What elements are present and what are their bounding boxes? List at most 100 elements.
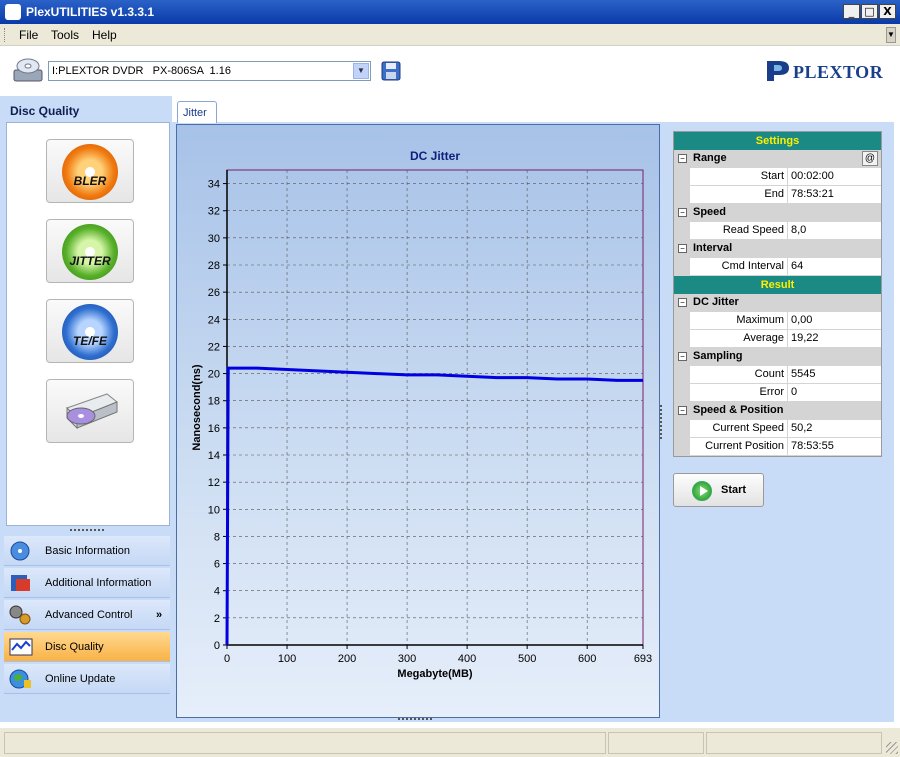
nav-disc-quality[interactable]: Disc Quality — [4, 632, 170, 662]
sampling-group[interactable]: − Sampling — [674, 348, 881, 366]
read-speed-value[interactable]: 8,0 — [788, 222, 881, 240]
info-disc-icon — [10, 541, 30, 561]
bottom-splitter[interactable] — [398, 718, 432, 721]
series-line — [225, 366, 643, 646]
gears-icon — [9, 605, 31, 625]
plextor-logo: PLEXTOR — [765, 57, 883, 85]
y-tick-label: 18 — [208, 396, 220, 408]
maximum-label: Maximum — [690, 312, 788, 330]
start-row: Start 00:02:00 — [674, 168, 881, 186]
tefe-button[interactable]: TE/FE — [46, 299, 134, 363]
y-tick-label: 6 — [214, 559, 220, 571]
disc-quality-icon — [9, 638, 33, 656]
eject-drive-button[interactable] — [46, 379, 134, 443]
x-tick-label: 600 — [578, 653, 596, 665]
sampling-label: Sampling — [693, 350, 743, 362]
dc-jitter-group[interactable]: − DC Jitter — [674, 294, 881, 312]
plot-area — [226, 169, 644, 646]
interval-group[interactable]: − Interval — [674, 240, 881, 258]
x-tick-label: 400 — [458, 653, 476, 665]
start-button[interactable]: Start — [673, 473, 764, 507]
app-icon — [5, 4, 21, 20]
speed-group[interactable]: − Speed — [674, 204, 881, 222]
count-label: Count — [690, 366, 788, 384]
collapse-icon[interactable]: − — [678, 298, 687, 307]
cmd-interval-value[interactable]: 64 — [788, 258, 881, 276]
jitter-button[interactable]: JITTER — [46, 219, 134, 283]
average-label: Average — [690, 330, 788, 348]
nav-label: Online Update — [45, 673, 116, 685]
maximum-row: Maximum 0,00 — [674, 312, 881, 330]
interval-label: Interval — [693, 242, 733, 254]
nav-more-icon[interactable]: » — [156, 609, 162, 621]
settings-header: Settings — [674, 132, 881, 150]
y-tick-label: 12 — [208, 477, 220, 489]
y-tick-label: 24 — [208, 314, 220, 326]
chevron-down-icon[interactable]: ▼ — [353, 63, 369, 79]
speed-position-group[interactable]: − Speed & Position — [674, 402, 881, 420]
range-label: Range — [693, 152, 727, 164]
menu-tools[interactable]: Tools — [51, 28, 79, 42]
vertical-splitter[interactable] — [660, 405, 663, 439]
status-panel-2 — [608, 732, 704, 754]
status-panel-main — [4, 732, 606, 754]
collapse-icon[interactable]: − — [678, 154, 687, 163]
maximize-button[interactable]: □ — [861, 4, 878, 19]
nav-advanced-control[interactable]: Advanced Control — [4, 600, 170, 630]
nav-label: Advanced Control — [45, 609, 133, 621]
current-position-label: Current Position — [690, 438, 788, 456]
nav-label: Basic Information — [45, 545, 130, 557]
dc-jitter-chart: 02468101214161820222426283032340 100 200 30… — [191, 149, 652, 680]
tab-jitter[interactable]: Jitter — [177, 101, 217, 123]
title-bar: PlexUTILITIES v1.3.3.1 _ □ X — [0, 0, 900, 24]
error-label: Error — [690, 384, 788, 402]
chart-title: DC Jitter — [410, 149, 460, 163]
nav-additional-information[interactable]: Additional Information — [4, 568, 170, 598]
average-row: Average 19,22 — [674, 330, 881, 348]
cmd-interval-label: Cmd Interval — [690, 258, 788, 276]
resize-grip-icon[interactable] — [886, 742, 898, 754]
end-label: End — [690, 186, 788, 204]
window-title: PlexUTILITIES v1.3.3.1 — [26, 5, 155, 19]
collapse-icon[interactable]: − — [678, 244, 687, 253]
nav-label: Disc Quality — [45, 641, 104, 653]
status-panel-3 — [706, 732, 882, 754]
close-button[interactable]: X — [879, 4, 896, 19]
play-icon — [692, 481, 712, 501]
y-tick-label: 0 — [214, 640, 220, 652]
error-value: 0 — [788, 384, 881, 402]
globe-update-icon — [9, 669, 31, 689]
average-value: 19,22 — [788, 330, 881, 348]
collapse-icon[interactable]: − — [678, 352, 687, 361]
panel-splitter[interactable] — [70, 529, 104, 532]
count-row: Count 5545 — [674, 366, 881, 384]
current-position-row: Current Position 78:53:55 — [674, 438, 881, 456]
x-axis-label: Megabyte(MB) — [397, 668, 473, 680]
nav-online-update[interactable]: Online Update — [4, 664, 170, 694]
y-tick-label: 8 — [214, 531, 220, 543]
error-row: Error 0 — [674, 384, 881, 402]
save-icon[interactable] — [380, 60, 402, 82]
plextor-logo-text: PLEXTOR — [793, 62, 884, 82]
menu-help[interactable]: Help — [92, 28, 117, 42]
y-tick-label: 32 — [208, 206, 220, 218]
count-value: 5545 — [788, 366, 881, 384]
collapse-icon[interactable]: − — [678, 208, 687, 217]
end-value[interactable]: 78:53:21 — [788, 186, 881, 204]
nav-label: Additional Information — [45, 577, 152, 589]
menu-overflow-icon[interactable]: ▼ — [886, 27, 896, 43]
drive-select[interactable]: I:PLEXTOR DVDR PX-806SA 1.16 ▼ — [48, 61, 371, 81]
minimize-button[interactable]: _ — [843, 4, 860, 19]
menu-file[interactable]: File — [19, 28, 38, 42]
start-value[interactable]: 00:02:00 — [788, 168, 881, 186]
dc-jitter-label: DC Jitter — [693, 296, 739, 308]
range-edit-button[interactable]: @ — [862, 151, 878, 166]
bler-button[interactable]: BLER — [46, 139, 134, 203]
maximum-value: 0,00 — [788, 312, 881, 330]
x-tick-label: 300 — [398, 653, 416, 665]
range-group[interactable]: − Range @ — [674, 150, 881, 168]
nav-basic-information[interactable]: Basic Information — [4, 536, 170, 566]
plextor-logo-mark — [767, 61, 789, 81]
collapse-icon[interactable]: − — [678, 406, 687, 415]
y-tick-label: 26 — [208, 287, 220, 299]
